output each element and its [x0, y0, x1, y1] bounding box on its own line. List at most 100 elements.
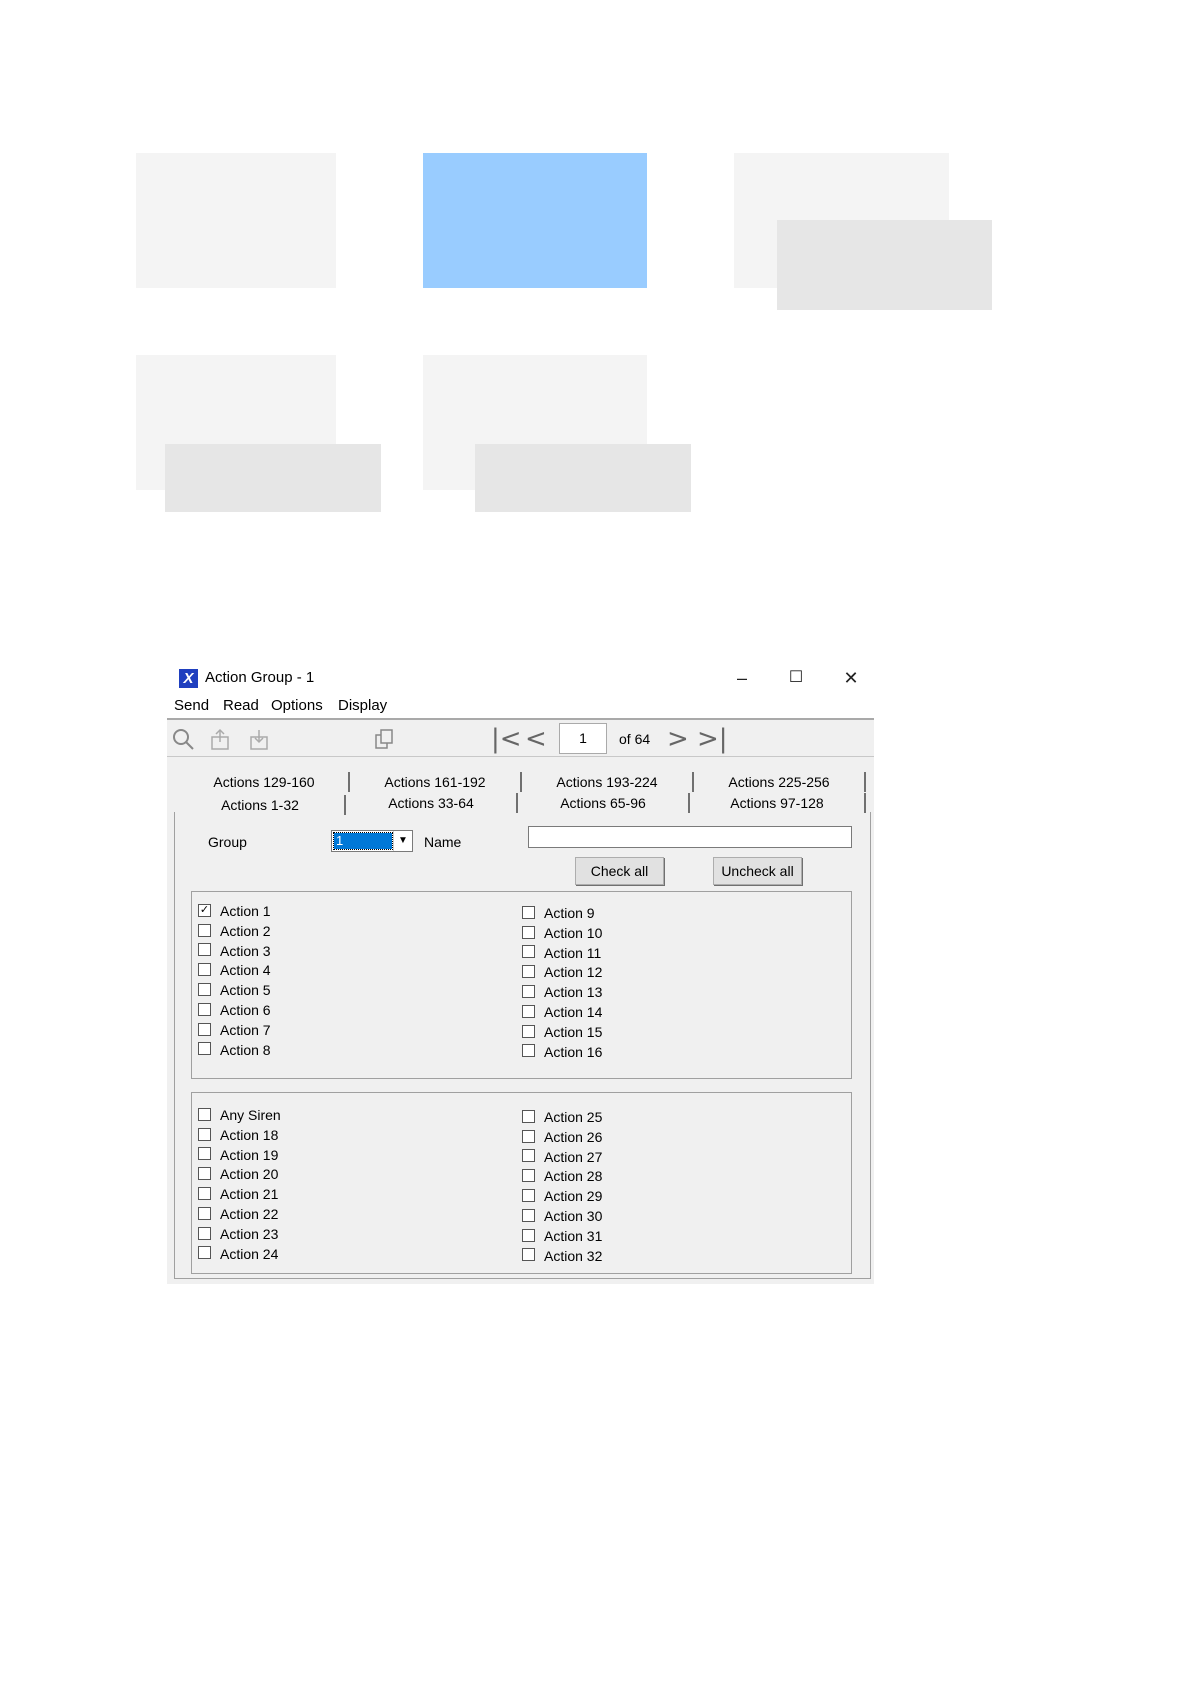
action-checkbox-row[interactable]: Action 18 — [198, 1126, 278, 1144]
action-checkbox-row[interactable]: Action 29 — [522, 1187, 602, 1205]
action-checkbox-row[interactable]: Action 27 — [522, 1148, 602, 1166]
checkbox[interactable] — [522, 1109, 535, 1123]
action-checkbox-row[interactable]: Any Siren — [198, 1106, 281, 1124]
action-checkbox-row[interactable]: Action 7 — [198, 1021, 271, 1039]
close-button[interactable]: ✕ — [828, 664, 874, 692]
first-page-button[interactable]: |< — [491, 726, 522, 752]
menu-options[interactable]: Options — [271, 697, 323, 714]
tab-actions-97-128[interactable]: Actions 97-128 — [690, 793, 866, 813]
checkbox[interactable] — [198, 1186, 211, 1200]
uncheck-all-button[interactable]: Uncheck all — [713, 857, 802, 885]
action-checkbox-row[interactable]: Action 30 — [522, 1207, 602, 1225]
checkbox[interactable] — [522, 1188, 535, 1202]
action-checkbox-row[interactable]: Action 20 — [198, 1165, 278, 1183]
action-checkbox-row[interactable]: Action 32 — [522, 1247, 602, 1265]
action-checkbox-row[interactable]: Action 19 — [198, 1146, 278, 1164]
checkbox-label: Action 11 — [544, 944, 602, 961]
action-checkbox-row[interactable]: Action 14 — [522, 1003, 602, 1021]
checkbox[interactable] — [522, 965, 535, 979]
checkbox[interactable] — [198, 923, 211, 937]
menu-read[interactable]: Read — [223, 697, 259, 714]
check-all-button[interactable]: Check all — [575, 857, 664, 885]
checkbox[interactable] — [198, 1206, 211, 1220]
action-checkbox-row[interactable]: Action 12 — [522, 963, 602, 981]
checkbox-label: Action 18 — [220, 1126, 279, 1143]
checkbox[interactable] — [198, 1147, 211, 1161]
checkbox[interactable] — [198, 943, 211, 957]
action-checkbox-row[interactable]: Action 28 — [522, 1167, 602, 1185]
tab-actions-225-256[interactable]: Actions 225-256 — [694, 772, 866, 792]
menu-send[interactable]: Send — [174, 697, 209, 714]
action-checkbox-row[interactable]: Action 6 — [198, 1001, 271, 1019]
action-checkbox-row[interactable]: Action 21 — [198, 1185, 278, 1203]
checkbox[interactable] — [522, 1228, 535, 1242]
action-checkbox-row[interactable]: Action 10 — [522, 924, 602, 942]
action-checkbox-row[interactable]: Action 15 — [522, 1023, 602, 1041]
upload-icon[interactable] — [209, 728, 231, 750]
checkbox[interactable] — [198, 1002, 211, 1016]
checkbox[interactable] — [522, 1149, 535, 1163]
tab-actions-129-160[interactable]: Actions 129-160 — [180, 772, 350, 792]
checkbox[interactable] — [198, 1107, 211, 1121]
checkbox[interactable] — [522, 1044, 535, 1058]
last-page-button[interactable]: >| — [697, 726, 728, 752]
checkbox[interactable] — [522, 1004, 535, 1018]
action-checkbox-row[interactable]: Action 26 — [522, 1128, 602, 1146]
checkbox[interactable] — [522, 1129, 535, 1143]
minimize-button[interactable]: – — [719, 664, 765, 692]
page-number-input[interactable]: 1 — [559, 723, 607, 754]
copy-icon[interactable] — [373, 728, 395, 750]
checkbox-label: Action 9 — [544, 905, 595, 921]
action-checkbox-row[interactable]: Action 5 — [198, 981, 271, 999]
checkbox[interactable] — [198, 1127, 211, 1141]
action-checkbox-row[interactable]: Action 2 — [198, 922, 271, 940]
action-checkbox-row[interactable]: Action 13 — [522, 983, 602, 1001]
action-checkbox-row[interactable]: Action 16 — [522, 1043, 602, 1061]
chevron-down-icon[interactable]: ▼ — [393, 831, 412, 851]
checkbox[interactable] — [198, 1167, 211, 1181]
checkbox[interactable] — [198, 982, 211, 996]
action-checkbox-row[interactable]: Action 31 — [522, 1227, 602, 1245]
next-page-button[interactable]: > — [667, 726, 689, 752]
action-checkbox-row[interactable]: Action 9 — [522, 904, 595, 922]
placeholder-overlay-block — [475, 444, 691, 512]
tab-actions-65-96[interactable]: Actions 65-96 — [518, 793, 690, 813]
action-checkbox-row[interactable]: Action 4 — [198, 961, 271, 979]
checkbox[interactable] — [522, 1024, 535, 1038]
action-checkbox-row[interactable]: ✓ Action 1 — [198, 902, 271, 920]
group-select[interactable]: 1 ▼ — [331, 830, 413, 852]
checkbox[interactable] — [522, 945, 535, 959]
download-icon[interactable] — [248, 728, 270, 750]
tab-actions-33-64[interactable]: Actions 33-64 — [346, 793, 518, 813]
checkbox[interactable] — [198, 1042, 211, 1056]
checkbox[interactable] — [522, 1208, 535, 1222]
tab-actions-193-224[interactable]: Actions 193-224 — [522, 772, 694, 792]
previous-page-button[interactable]: < — [525, 726, 547, 752]
menu-display[interactable]: Display — [338, 697, 387, 714]
action-checkbox-row[interactable]: Action 22 — [198, 1205, 278, 1223]
checkbox[interactable] — [522, 984, 535, 998]
maximize-button[interactable]: ☐ — [773, 664, 819, 692]
name-label: Name — [424, 834, 462, 850]
checkbox[interactable] — [198, 1226, 211, 1240]
action-checkbox-row[interactable]: Action 8 — [198, 1041, 271, 1059]
checkbox[interactable] — [522, 1169, 535, 1183]
action-checkbox-row[interactable]: Action 11 — [522, 944, 601, 962]
checkbox[interactable] — [198, 1246, 211, 1260]
checkbox[interactable] — [198, 1022, 211, 1036]
checkbox[interactable] — [522, 1248, 535, 1262]
checkbox-label: Action 24 — [220, 1245, 279, 1262]
action-checkbox-row[interactable]: Action 23 — [198, 1225, 278, 1243]
action-checkbox-row[interactable]: Action 3 — [198, 942, 271, 960]
checkbox-label: Action 7 — [220, 1021, 271, 1038]
checkbox-label: Action 12 — [544, 964, 603, 981]
search-icon[interactable] — [172, 728, 194, 750]
checkbox[interactable] — [198, 963, 211, 977]
checkbox[interactable] — [522, 905, 535, 919]
tab-actions-161-192[interactable]: Actions 161-192 — [350, 772, 522, 792]
name-field[interactable] — [528, 826, 852, 848]
checkbox[interactable]: ✓ — [198, 903, 211, 917]
checkbox[interactable] — [522, 925, 535, 939]
action-checkbox-row[interactable]: Action 25 — [522, 1108, 602, 1126]
action-checkbox-row[interactable]: Action 24 — [198, 1245, 278, 1263]
